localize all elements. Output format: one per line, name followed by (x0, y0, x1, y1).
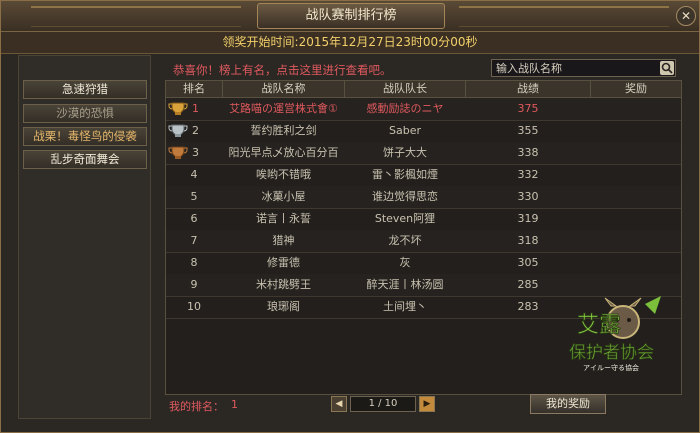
team-cell: 冰菓小屋 (261, 190, 306, 203)
captain-cell: Saber (389, 124, 421, 137)
team-cell: 修雷德 (267, 256, 300, 269)
ranking-footer: 我的排名： 1 ◀ 1 / 10 ▶ 我的奖励 (163, 394, 681, 416)
score-cell: 338 (517, 146, 539, 159)
team-cell: 阳光早点乄放心百分百 (228, 146, 339, 159)
captain-cell: 醉天涯丨林汤圆 (366, 278, 444, 291)
table-row[interactable]: 5 冰菓小屋 谁边觉得思恋 330 (166, 186, 681, 209)
my-reward-button[interactable]: 我的奖励 (530, 394, 606, 414)
ranking-window: 战队赛制排行榜 ✕ 领奖开始时间:2015年12月27日23时00分00秒 急速… (0, 0, 700, 433)
close-icon: ✕ (680, 9, 692, 23)
search-icon (661, 62, 673, 74)
column-header-rank: 排名 (166, 81, 223, 97)
reward-start-time: 领奖开始时间:2015年12月27日23时00分00秒 (1, 32, 699, 54)
bronze-trophy-icon (168, 146, 188, 159)
title-ornament-left (31, 6, 241, 27)
table-row[interactable]: 9 米村跳劈王 醉天涯丨林汤圆 285 (166, 274, 681, 297)
my-rank-value: 1 (231, 398, 238, 411)
my-rank-label: 我的排名： (169, 400, 224, 413)
column-header-score: 战绩 (466, 81, 591, 97)
title-ornament-right (459, 6, 669, 27)
page-indicator: 1 / 10 (350, 396, 416, 412)
team-cell: 琅琊阁 (267, 300, 300, 313)
table-row[interactable]: 8 修雷德 灰 305 (166, 252, 681, 275)
score-cell: 355 (517, 124, 539, 137)
table-row[interactable]: 7 猎神 龙不坏 318 (166, 230, 681, 253)
score-cell: 285 (517, 278, 539, 291)
logo-text-1: 艾露 (577, 313, 621, 338)
search-box (491, 59, 676, 77)
next-page-button[interactable]: ▶ (419, 396, 435, 412)
rank-cell: 3 (192, 146, 199, 159)
table-row[interactable]: 3 阳光早点乄放心百分百 饼子大大 338 (166, 142, 681, 165)
rank-cell: 10 (187, 300, 201, 313)
arrow-right-icon: ▶ (423, 399, 431, 409)
rank-cell: 2 (192, 124, 199, 137)
table-row[interactable]: 1 艾路喵の運営株式會① 感動励誌のニヤ 375 (166, 98, 681, 121)
team-cell: 诺言丨永誓 (256, 212, 311, 225)
protection-association-logo: 艾露 保护者协会 アイルー守る協会 (569, 296, 661, 372)
captain-cell: 灰 (399, 256, 411, 269)
rank-cell: 1 (192, 102, 199, 115)
team-search-input[interactable] (496, 60, 646, 76)
score-cell: 318 (517, 234, 539, 247)
rank-cell: 7 (190, 234, 198, 247)
silver-trophy-icon (168, 124, 188, 137)
score-cell: 330 (517, 190, 539, 203)
team-cell: 艾路喵の運営株式會① (229, 102, 338, 115)
logo-text-2: 保护者协会 (569, 343, 654, 363)
table-row[interactable]: 2 誓约胜利之剑 Saber 355 (166, 120, 681, 143)
table-row[interactable]: 4 唉哟不错哦 雷丶影楓如煙 332 (166, 164, 681, 187)
logo-text-3: アイルー守る協会 (583, 363, 639, 372)
team-cell: 唉哟不错哦 (256, 168, 311, 181)
captain-cell: 感動励誌のニヤ (366, 102, 444, 115)
captain-cell: 土间埋丶 (383, 300, 427, 313)
event-sidebar: 急速狩猎 沙漠的恐惧 战栗！毒怪鸟的侵袭 乱步奇面舞会 (18, 55, 151, 419)
prev-page-button[interactable]: ◀ (331, 396, 347, 412)
window-title: 战队赛制排行榜 (257, 3, 445, 29)
score-cell: 319 (517, 212, 539, 225)
gold-trophy-icon (168, 102, 188, 115)
captain-cell: Steven阿狸 (374, 212, 436, 225)
close-button[interactable]: ✕ (676, 6, 696, 26)
rank-cell: 4 (190, 168, 198, 181)
arrow-left-icon: ◀ (335, 399, 343, 409)
search-button[interactable] (660, 61, 674, 75)
title-bar: 战队赛制排行榜 ✕ (1, 1, 699, 32)
team-cell: 猎神 (272, 234, 295, 247)
rank-cell: 6 (190, 212, 198, 225)
table-row[interactable]: 6 诺言丨永誓 Steven阿狸 319 (166, 208, 681, 231)
captain-cell: 雷丶影楓如煙 (372, 168, 438, 181)
congrats-link[interactable]: 恭喜你！榜上有名，点击这里进行查看吧。 (173, 62, 392, 78)
column-header-reward: 奖励 (625, 82, 647, 95)
sidebar-item-mask-ball[interactable]: 乱步奇面舞会 (23, 150, 147, 169)
column-header-captain: 战队队长 (345, 81, 466, 97)
captain-cell: 饼子大大 (383, 146, 427, 159)
table-header: 排名 战队名称 战队队长 战绩 奖励 (166, 81, 681, 98)
rank-cell: 9 (190, 278, 198, 291)
rank-cell: 5 (190, 190, 198, 203)
score-cell: 305 (517, 256, 539, 269)
team-cell: 誓约胜利之剑 (250, 124, 317, 137)
sidebar-item-speed-hunt[interactable]: 急速狩猎 (23, 80, 147, 99)
team-cell: 米村跳劈王 (256, 278, 311, 291)
sidebar-item-desert-fear[interactable]: 沙漠的恐惧 (23, 104, 147, 123)
captain-cell: 谁边觉得思恋 (372, 190, 438, 203)
sidebar-item-poison-bird[interactable]: 战栗！毒怪鸟的侵袭 (23, 127, 147, 146)
score-cell: 375 (517, 102, 539, 115)
score-cell: 332 (517, 168, 539, 181)
rank-cell: 8 (190, 256, 198, 269)
column-header-team: 战队名称 (223, 81, 345, 97)
captain-cell: 龙不坏 (388, 234, 422, 247)
